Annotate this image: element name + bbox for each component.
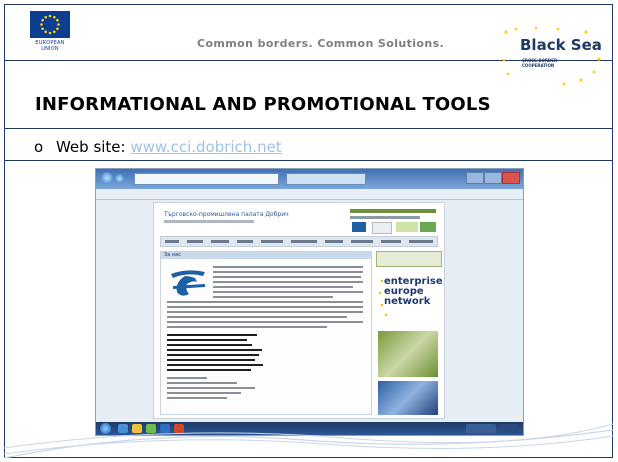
content-text-line <box>167 382 237 384</box>
black-sea-logo-subtext: CROSS BORDER COOPERATION <box>522 58 558 68</box>
content-text-line <box>167 397 227 399</box>
site-navigation <box>160 236 438 247</box>
content-text-line <box>167 392 241 394</box>
bullet-label: Web site: <box>55 138 126 156</box>
chamber-logo-icon <box>171 270 205 296</box>
content-heading: За нас <box>161 252 371 259</box>
maximize-icon <box>484 172 502 184</box>
site-title: Търговско-промишлена палата Добрич <box>164 211 289 218</box>
address-bar <box>134 173 279 185</box>
content-text-line <box>167 344 252 346</box>
sidebar-search-box <box>376 251 442 267</box>
back-icon <box>101 172 113 184</box>
content-text-line <box>167 306 363 308</box>
content-text-line <box>213 281 363 283</box>
bullet-marker: o <box>34 138 44 156</box>
content-heading-text: За нас <box>164 252 181 258</box>
browser-viewport: Търговско-промишлена палата Добрич За на… <box>96 200 523 422</box>
eu-caption: EUROPEAN UNION <box>35 40 65 52</box>
content-text-line <box>167 339 247 341</box>
content-text-line <box>167 364 263 366</box>
decorative-wave <box>4 423 613 458</box>
content-text-line <box>213 271 363 273</box>
content-text-line <box>213 296 333 298</box>
browser-tab <box>286 173 366 185</box>
browser-title-bar <box>96 169 523 189</box>
close-icon <box>502 172 520 184</box>
een-banner: enterprise europe network <box>376 271 443 327</box>
star-arc-icon <box>502 26 601 86</box>
content-text-line <box>167 359 255 361</box>
content-text-line <box>213 291 363 293</box>
site-sidebar: enterprise europe network <box>376 251 443 415</box>
title-divider <box>4 128 613 129</box>
content-text-line <box>213 266 363 268</box>
content-text-line <box>167 349 262 351</box>
sidebar-image-building <box>378 331 438 377</box>
sidebar-image-banner <box>378 381 438 415</box>
content-text-line <box>167 369 251 371</box>
tagline: Common borders. Common Solutions. <box>197 37 445 50</box>
site-subtitle <box>164 220 254 223</box>
website-page: Търговско-промишлена палата Добрич За на… <box>153 202 445 419</box>
forward-icon <box>115 174 124 183</box>
site-header-logos <box>350 209 436 234</box>
black-sea-logo: Black Sea CROSS BORDER COOPERATION <box>496 24 606 88</box>
bullet-divider <box>4 160 613 161</box>
content-text-line <box>167 301 363 303</box>
minimize-icon <box>466 172 484 184</box>
browser-toolbar <box>96 189 523 200</box>
website-link[interactable]: www.cci.dobrich.net <box>130 138 281 156</box>
eu-flag-icon <box>30 11 70 38</box>
content-text-line <box>167 377 207 379</box>
content-text-line <box>167 321 363 323</box>
eu-logo: EUROPEAN UNION <box>26 11 74 52</box>
content-text-line <box>213 286 353 288</box>
content-text-line <box>213 276 361 278</box>
slide-title: INFORMATIONAL AND PROMOTIONAL TOOLS <box>35 94 491 115</box>
content-text-line <box>167 387 255 389</box>
slide: EUROPEAN UNION Common borders. Common So… <box>0 0 618 462</box>
content-text-line <box>167 311 363 313</box>
content-text-line <box>167 316 347 318</box>
content-text-line <box>167 354 259 356</box>
black-sea-logo-text: Black Sea <box>520 36 602 54</box>
een-line-3: network <box>384 296 431 307</box>
content-text-line <box>167 334 257 336</box>
site-content: За нас <box>160 251 372 415</box>
content-text-line <box>167 326 327 328</box>
een-logo-text: enterprise europe network <box>384 277 443 307</box>
website-bullet: o Web site: www.cci.dobrich.net <box>34 138 282 156</box>
website-screenshot: Търговско-промишлена палата Добрич За на… <box>95 168 524 436</box>
